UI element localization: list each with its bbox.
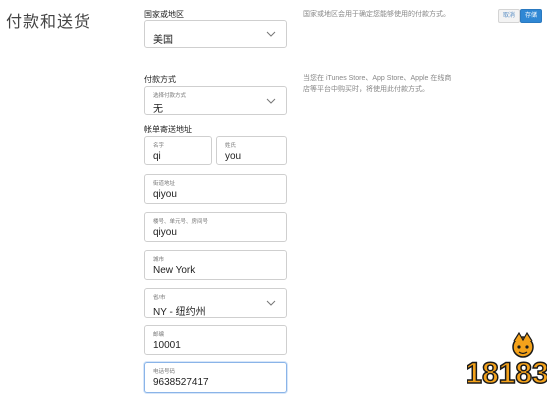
city-field[interactable]: 城市 New York	[144, 250, 287, 280]
page-title: 付款和送货	[6, 14, 92, 31]
street-address-field[interactable]: 街道地址 qiyou	[144, 174, 287, 204]
payment-method-value: 无	[153, 104, 163, 115]
watermark-logo: 18183	[467, 331, 547, 391]
country-value: 美国	[153, 35, 173, 46]
street-address-value: qiyou	[153, 189, 177, 200]
first-name-value: qi	[153, 151, 161, 162]
state-value: NY - 纽约州	[153, 307, 206, 318]
apartment-label: 楼号、单元号、房间号	[153, 219, 209, 225]
billing-section-label: 帐单寄送地址	[144, 125, 192, 134]
last-name-field[interactable]: 姓氏 you	[216, 136, 287, 165]
cancel-button[interactable]: 取消	[498, 9, 521, 23]
street-address-label: 街道地址	[153, 181, 176, 187]
apartment-value: qiyou	[153, 227, 177, 238]
zip-field[interactable]: 邮编 10001	[144, 325, 287, 355]
city-value: New York	[153, 265, 196, 276]
phone-value: 9638527417	[153, 377, 209, 388]
country-select[interactable]: 美国	[144, 20, 287, 48]
watermark-text: 18183	[467, 357, 547, 390]
payment-section-label: 付款方式	[144, 75, 176, 84]
country-section-label: 国家或地区	[144, 10, 184, 19]
chevron-down-icon	[266, 98, 276, 104]
phone-label: 电话号码	[153, 369, 176, 375]
save-button[interactable]: 存储	[520, 9, 543, 23]
last-name-value: you	[225, 151, 242, 162]
first-name-label: 名字	[153, 143, 165, 149]
city-label: 城市	[153, 257, 165, 263]
state-label: 省/市	[153, 295, 166, 301]
apartment-field[interactable]: 楼号、单元号、房间号 qiyou	[144, 212, 287, 242]
zip-value: 10001	[153, 340, 181, 351]
payment-method-select[interactable]: 选择付款方式 无	[144, 86, 287, 115]
zip-label: 邮编	[153, 332, 165, 338]
chevron-down-icon	[266, 31, 276, 37]
chevron-down-icon	[266, 300, 276, 306]
watermark-character-icon	[512, 331, 534, 358]
payment-help-text: 当您在 iTunes Store、App Store、Apple 在线商店等平台…	[303, 75, 452, 93]
first-name-field[interactable]: 名字 qi	[144, 136, 212, 165]
payment-field-label: 选择付款方式	[153, 93, 187, 99]
country-help-text: 国家或地区会用于确定您能够使用的付款方式。	[303, 11, 450, 18]
state-select[interactable]: 省/市 NY - 纽约州	[144, 288, 287, 318]
phone-field[interactable]: 电话号码 9638527417	[144, 362, 287, 393]
last-name-label: 姓氏	[225, 143, 237, 149]
